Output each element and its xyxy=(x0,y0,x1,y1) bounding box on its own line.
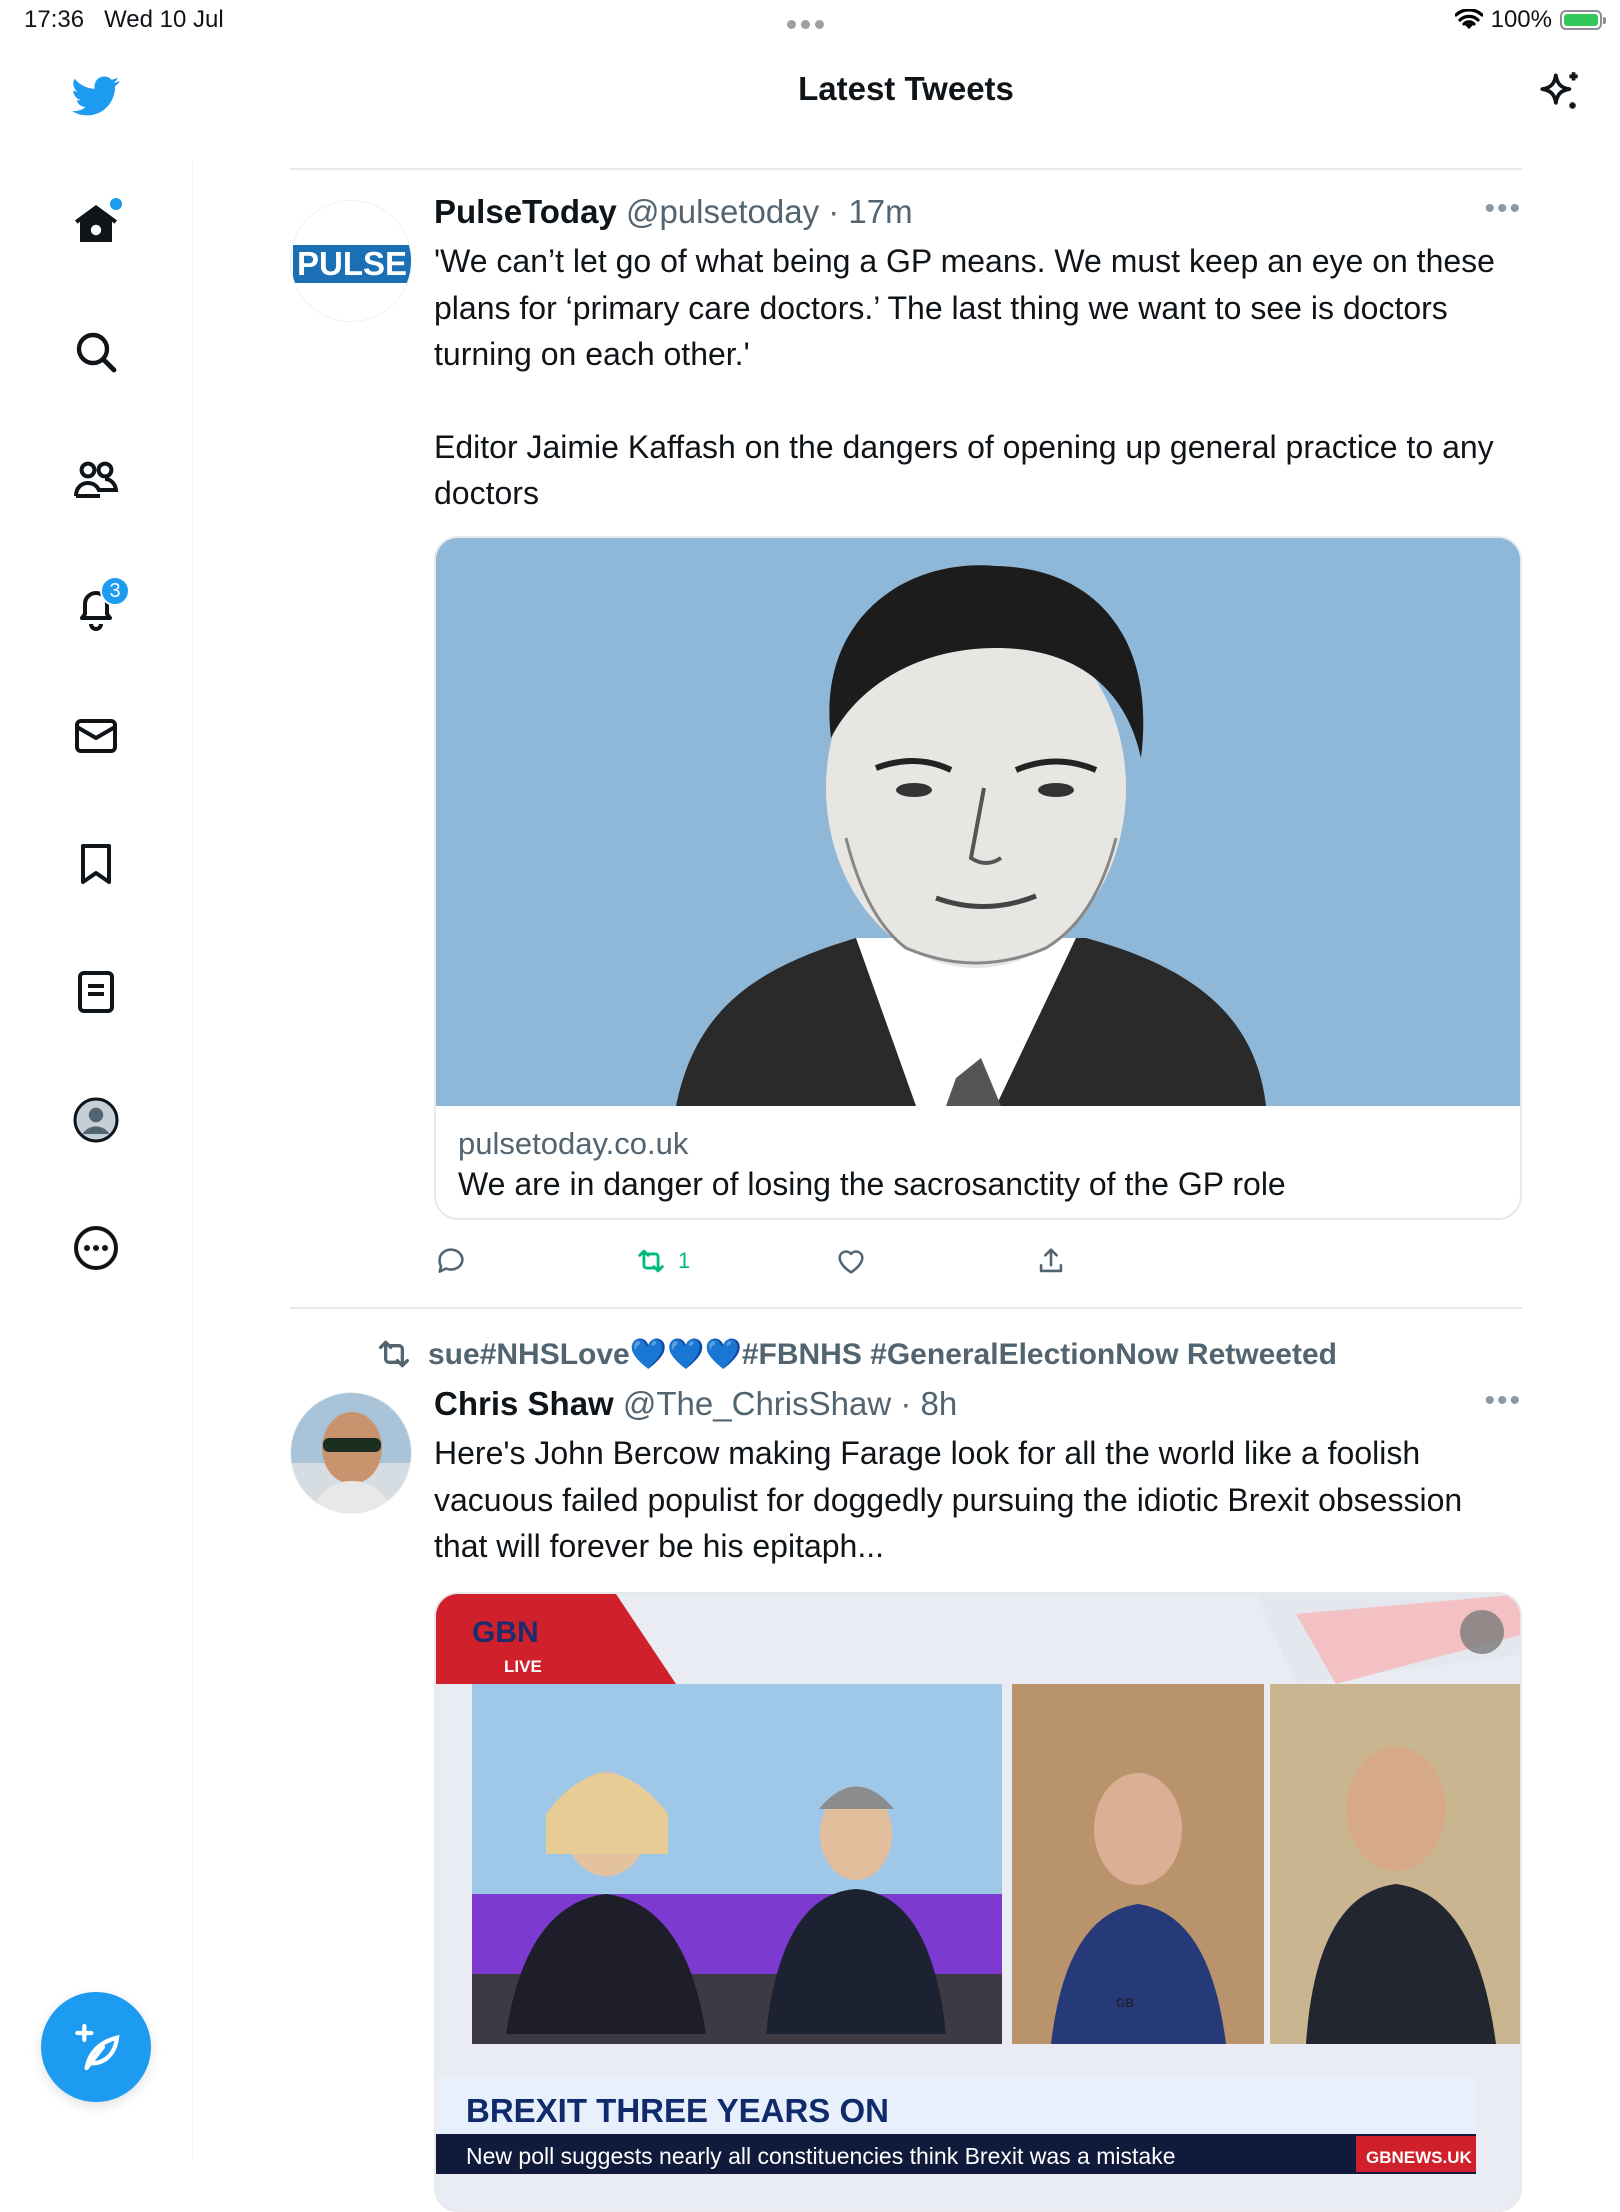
sidebar: 3 xyxy=(0,40,193,2160)
retweet-icon xyxy=(638,1249,664,1273)
battery-percent: 100% xyxy=(1490,6,1552,33)
tweet-more-icon[interactable]: ••• xyxy=(1484,192,1522,226)
svg-text:LIVE: LIVE xyxy=(504,1657,542,1676)
tweet-time[interactable]: · 8h xyxy=(900,1385,957,1422)
card-title: We are in danger of losing the sacrosanc… xyxy=(458,1166,1286,1202)
svg-text:GBN: GBN xyxy=(472,1616,539,1649)
share-button[interactable] xyxy=(1034,1244,1068,1278)
status-time-date: 17:36 Wed 10 Jul xyxy=(24,6,224,33)
reply-icon xyxy=(438,1248,464,1273)
card-image xyxy=(436,538,1520,1106)
video-media[interactable]: GBN LIVE GB BREXIT THREE YEARS ON New po… xyxy=(434,1592,1522,2212)
tweet-time[interactable]: · 17m xyxy=(828,193,912,230)
bookmarks-icon[interactable] xyxy=(60,828,132,900)
tweet-text: 'We can’t let go of what being a GP mean… xyxy=(434,243,1504,372)
page-title: Latest Tweets xyxy=(798,70,1014,107)
retweet-button[interactable]: 1 xyxy=(634,1244,690,1278)
pulse-logo-text: PULSE xyxy=(297,245,407,282)
home-unread-dot xyxy=(110,198,122,210)
retweeted-label: #FBNHS #GeneralElectionNow Retweeted xyxy=(741,1337,1337,1371)
notifications-badge: 3 xyxy=(100,576,130,606)
sparkle-icon[interactable] xyxy=(1530,62,1590,122)
profile-icon[interactable] xyxy=(60,1084,132,1156)
author-name[interactable]: PulseToday xyxy=(434,193,617,230)
twitter-logo-icon[interactable] xyxy=(60,60,132,132)
author-name[interactable]: Chris Shaw xyxy=(434,1385,614,1422)
author-handle[interactable]: @The_ChrisShaw xyxy=(623,1385,891,1422)
compose-icon xyxy=(75,2023,120,2071)
portrait-illustration xyxy=(436,538,1520,1106)
tweet-text: Here's John Bercow making Farage look fo… xyxy=(434,1435,1472,1564)
tv-broadcast-still: GBN LIVE GB BREXIT THREE YEARS ON New po… xyxy=(436,1594,1520,2210)
avatar[interactable]: PULSE xyxy=(290,200,412,322)
status-indicators: 100% xyxy=(1454,6,1606,34)
author-handle[interactable]: @pulsetoday xyxy=(626,193,819,230)
heart-icon xyxy=(838,1250,864,1274)
more-icon[interactable] xyxy=(60,1212,132,1284)
tweet[interactable]: sue#NHSLove💙💙💙#FBNHS #GeneralElectionNow… xyxy=(290,1330,1522,2212)
retweeter-name: sue#NHSLove xyxy=(428,1337,630,1371)
link-card[interactable]: pulsetoday.co.uk We are in danger of los… xyxy=(434,536,1522,1220)
notifications-icon[interactable]: 3 xyxy=(60,572,132,644)
avatar[interactable] xyxy=(290,1392,412,1514)
tweet-meta: PulseToday @pulsetoday · 17m xyxy=(434,192,1522,232)
multitasking-dots-icon[interactable] xyxy=(787,16,833,29)
card-domain: pulsetoday.co.uk xyxy=(458,1126,689,1161)
tweet[interactable]: PULSE PulseToday @pulsetoday · 17m ••• '… xyxy=(290,192,1522,1302)
svg-text:GB: GB xyxy=(1116,1996,1134,2010)
retweet-icon xyxy=(379,1340,409,1368)
like-button[interactable] xyxy=(834,1244,868,1278)
retweeted-by[interactable]: sue#NHSLove💙💙💙#FBNHS #GeneralElectionNow… xyxy=(374,1334,1337,1374)
search-icon[interactable] xyxy=(60,316,132,388)
messages-icon[interactable] xyxy=(60,700,132,772)
tweet-meta: Chris Shaw @The_ChrisShaw · 8h xyxy=(434,1384,1522,1424)
share-icon xyxy=(1039,1248,1063,1273)
tweet-text: Editor Jaimie Kaffash on the dangers of … xyxy=(434,428,1503,512)
lists-icon[interactable] xyxy=(60,956,132,1028)
compose-button[interactable] xyxy=(41,1992,151,2102)
communities-icon[interactable] xyxy=(60,444,132,516)
battery-icon xyxy=(1560,10,1606,30)
reply-button[interactable] xyxy=(434,1244,468,1278)
svg-text:GBNEWS.UK: GBNEWS.UK xyxy=(1366,2148,1473,2167)
svg-text:New poll suggests nearly all c: New poll suggests nearly all constituenc… xyxy=(466,2143,1176,2169)
tweet-actions: 1 xyxy=(434,1244,1134,1284)
top-header: Latest Tweets xyxy=(192,40,1620,160)
divider xyxy=(290,168,1522,170)
status-bar: 17:36 Wed 10 Jul 100% xyxy=(0,0,1620,40)
tweet-more-icon[interactable]: ••• xyxy=(1484,1384,1522,1418)
wifi-icon xyxy=(1454,9,1483,29)
blue-hearts: 💙💙💙 xyxy=(629,1337,742,1371)
home-icon[interactable] xyxy=(60,188,132,260)
divider xyxy=(290,1307,1522,1309)
retweet-count: 1 xyxy=(678,1248,691,1273)
svg-text:BREXIT THREE YEARS ON: BREXIT THREE YEARS ON xyxy=(466,2092,889,2129)
